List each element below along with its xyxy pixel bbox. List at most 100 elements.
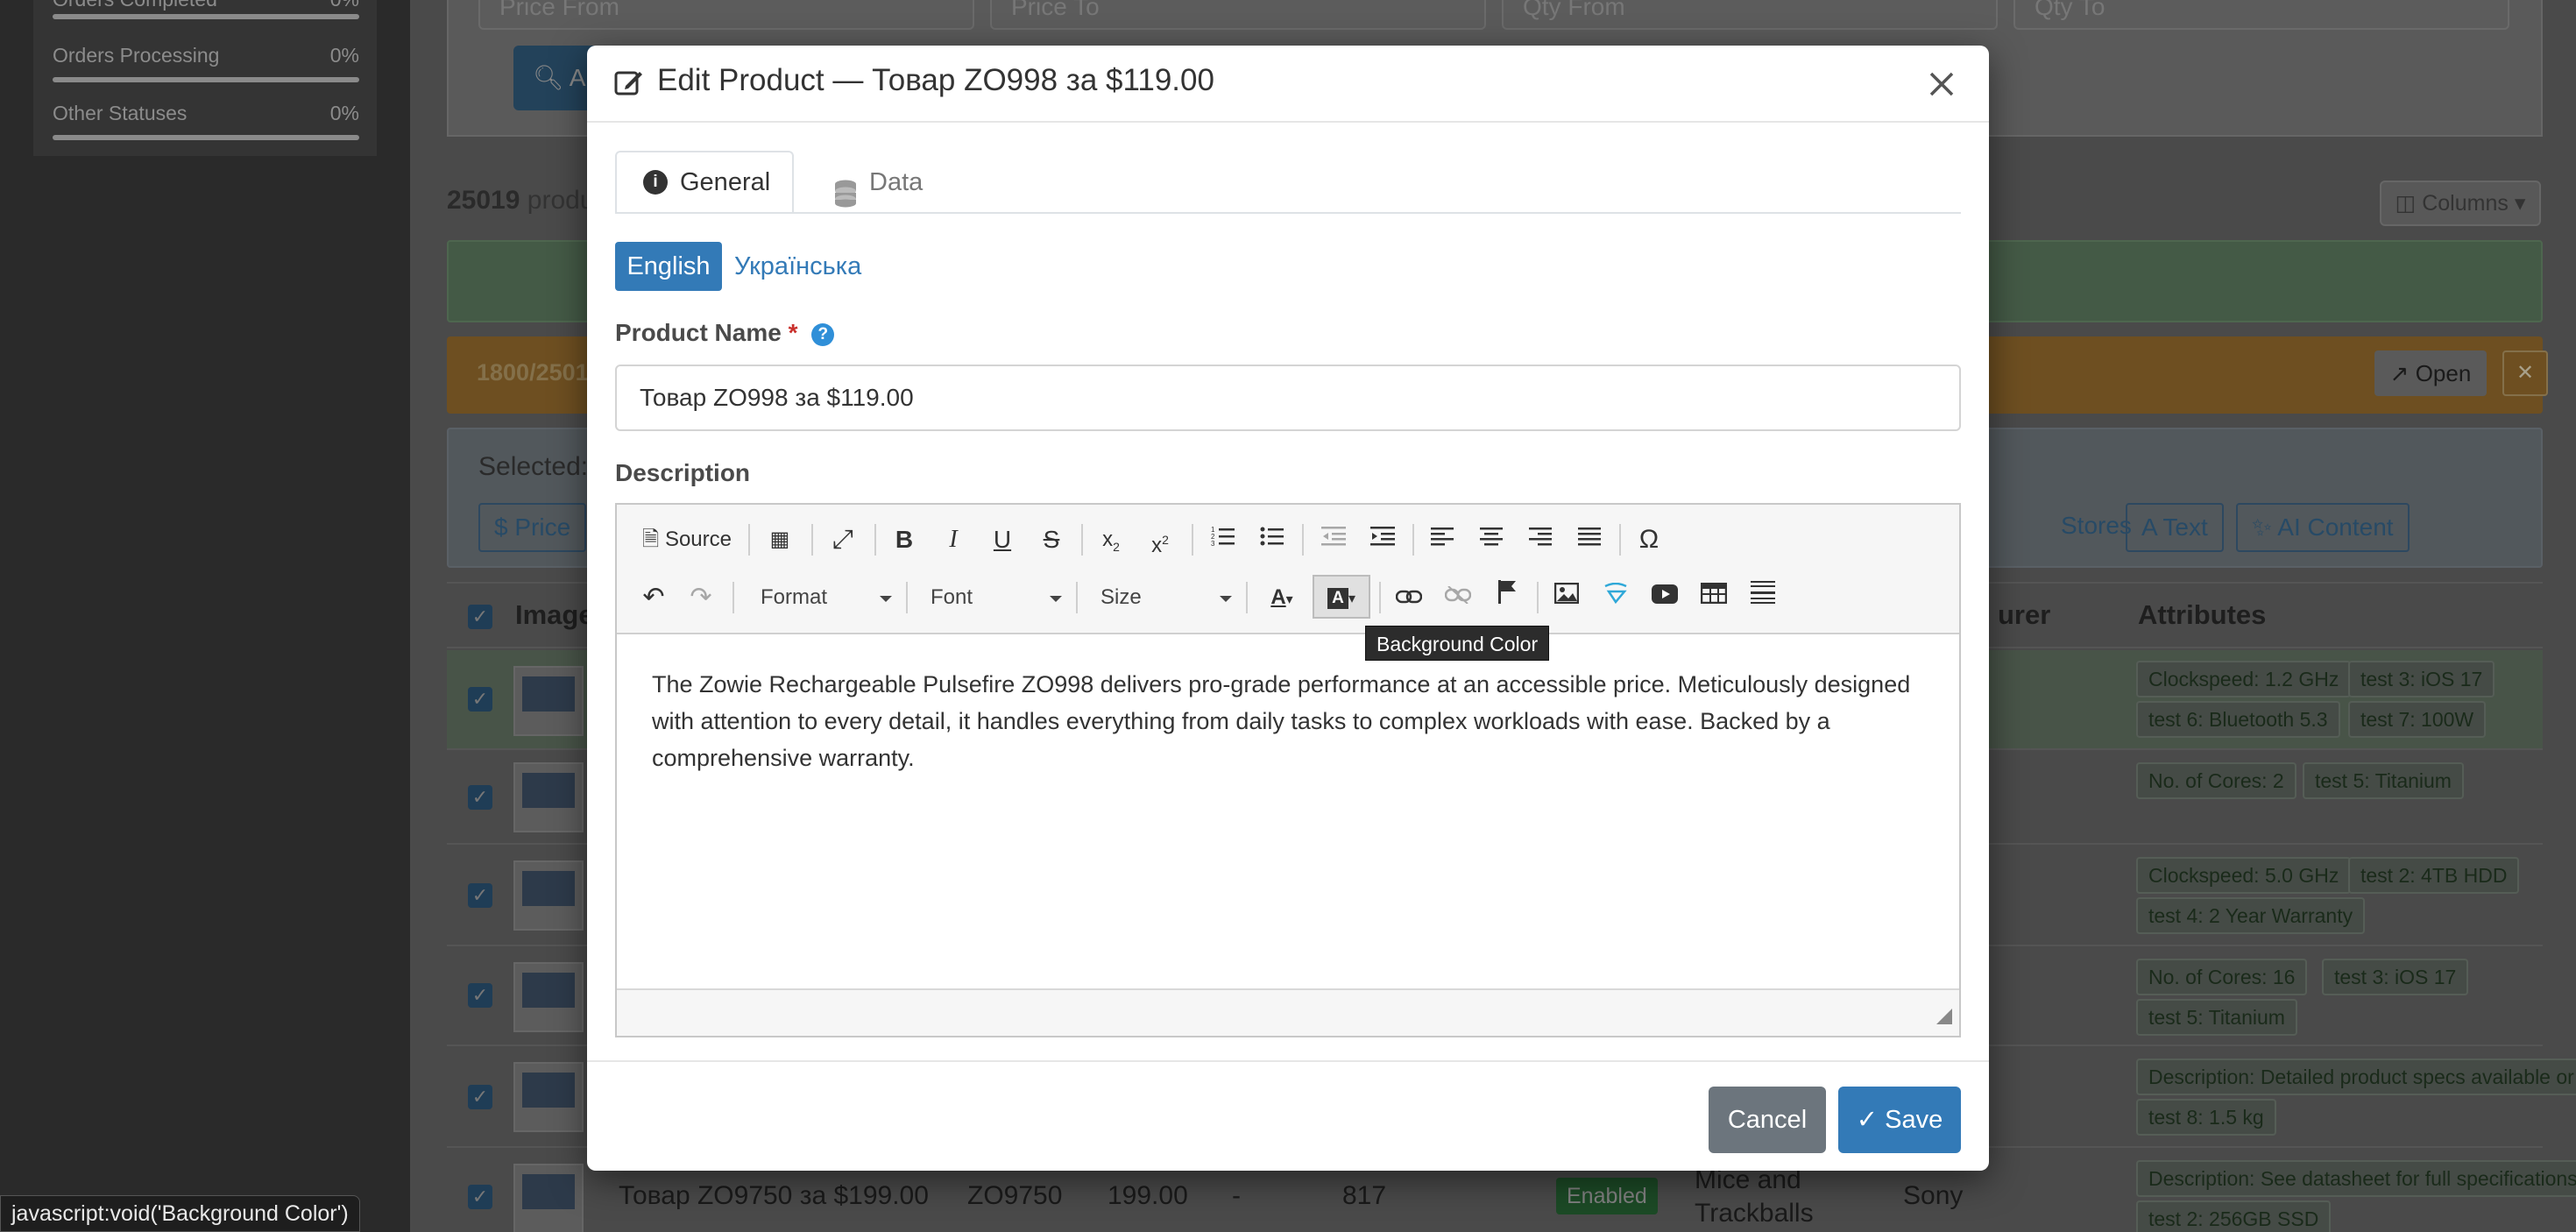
product-thumbnail (513, 1062, 584, 1132)
tab-general[interactable]: i General (615, 151, 794, 214)
row-checkbox[interactable]: ✓ (468, 983, 492, 1008)
save-button[interactable]: ✓ Save (1838, 1087, 1961, 1153)
table-icon[interactable] (1695, 578, 1733, 617)
horizontal-line-icon[interactable] (1744, 578, 1782, 617)
row-checkbox[interactable]: ✓ (468, 1085, 492, 1109)
price-from-input[interactable]: Price From (478, 0, 974, 30)
open-label: Open (2415, 360, 2472, 386)
redo-icon[interactable]: ↷ (682, 578, 720, 617)
attribute-tag: Clockspeed: 1.2 GHz (2136, 661, 2352, 697)
anchor-flag-icon[interactable] (1488, 578, 1526, 617)
special-cell: - (1232, 1181, 1241, 1210)
text-icon: A (2141, 513, 2157, 541)
columns-button[interactable]: ◫ Columns ▾ (2380, 181, 2541, 226)
column-attributes-header[interactable]: Attributes (2138, 599, 2266, 631)
align-justify-icon[interactable] (1570, 520, 1609, 559)
product-name-input[interactable]: Товар ZO998 за $119.00 (615, 365, 1961, 431)
flash-embed-icon[interactable] (1596, 578, 1635, 617)
toolbar-separator (748, 524, 750, 556)
row-checkbox[interactable]: ✓ (468, 1185, 492, 1209)
product-count-number: 25019 (447, 186, 520, 215)
ai-content-label: AI Content (2277, 513, 2394, 541)
link-icon[interactable] (1390, 578, 1428, 617)
size-label: Size (1100, 585, 1142, 609)
edit-product-modal: Edit Product — Товар ZO998 за $119.00 i … (587, 46, 1989, 1171)
youtube-icon[interactable] (1645, 578, 1684, 617)
align-right-icon[interactable] (1521, 520, 1560, 559)
row-checkbox[interactable]: ✓ (468, 883, 492, 908)
cancel-button[interactable]: Cancel (1709, 1087, 1826, 1153)
bulk-ai-content-button[interactable]: ✨︎ AI Content (2236, 503, 2410, 552)
product-name-cell[interactable]: Товар ZO9750 за $199.00 (619, 1181, 929, 1211)
toolbar-separator (1192, 524, 1193, 556)
attribute-tag: test 5: Titanium (2136, 999, 2297, 1036)
chevron-down-icon (1220, 596, 1232, 602)
dismiss-button[interactable]: ✕ (2502, 350, 2548, 396)
product-thumbnail (513, 762, 584, 832)
category-cell-line2: Trackballs (1695, 1199, 1814, 1228)
row-checkbox[interactable]: ✓ (468, 687, 492, 712)
resize-handle-icon[interactable] (1936, 1002, 1952, 1030)
format-dropdown[interactable]: Format (748, 578, 897, 617)
stat-label: Orders Processing (53, 44, 220, 67)
stores-label: Stores (2061, 512, 2132, 539)
source-button[interactable]: 🗎︎ Source (638, 520, 736, 559)
outdent-icon[interactable] (1314, 520, 1353, 559)
size-dropdown[interactable]: Size (1088, 578, 1237, 617)
qty-from-input[interactable]: Qty From (1502, 0, 1998, 30)
italic-icon[interactable]: I (934, 520, 973, 559)
open-button[interactable]: ↗ Open (2374, 350, 2487, 396)
row-checkbox[interactable]: ✓ (468, 785, 492, 810)
subscript-icon[interactable]: x2 (1092, 520, 1130, 559)
qty-to-input[interactable]: Qty To (2013, 0, 2509, 30)
toolbar-separator (1246, 582, 1248, 613)
tab-data[interactable]: Data (822, 151, 923, 214)
price-to-input[interactable]: Price To (990, 0, 1486, 30)
save-label: Save (1885, 1106, 1943, 1134)
background-color-button[interactable]: A ▾ (1313, 575, 1370, 619)
language-tab-ukrainian[interactable]: Українська (734, 242, 861, 291)
text-color-button[interactable]: A▾ (1256, 578, 1307, 617)
editor-content-area[interactable]: The Zowie Rechargeable Pulsefire ZO998 d… (617, 634, 1959, 988)
align-center-icon[interactable] (1472, 520, 1511, 559)
tab-general-label: General (680, 168, 771, 196)
strikethrough-icon[interactable]: S (1032, 520, 1071, 559)
toolbar-separator (1537, 582, 1539, 613)
image-icon[interactable] (1547, 578, 1586, 617)
help-icon[interactable]: ? (811, 323, 835, 346)
select-all-checkbox[interactable]: ✓ (468, 605, 492, 629)
background-color-icon: A (1327, 588, 1348, 609)
bold-icon[interactable]: B (885, 520, 924, 559)
align-left-icon[interactable] (1423, 520, 1461, 559)
stat-value: 0% (329, 102, 359, 124)
check-icon: ✓ (1856, 1106, 1879, 1134)
superscript-icon[interactable]: x2 (1141, 520, 1179, 559)
bulleted-list-icon[interactable] (1253, 520, 1292, 559)
language-tab-english[interactable]: English (615, 242, 722, 291)
toolbar-separator (1412, 524, 1414, 556)
attribute-tag: test 2: 4TB HDD (2348, 857, 2520, 894)
font-dropdown[interactable]: Font (918, 578, 1067, 617)
price-cell: 199.00 (1108, 1181, 1188, 1210)
product-thumbnail (513, 962, 584, 1032)
bulk-price-button[interactable]: $ Price (478, 503, 587, 552)
selected-label: Selected: (478, 452, 589, 481)
product-thumbnail (513, 1164, 584, 1232)
unlink-icon[interactable] (1439, 578, 1477, 617)
bulk-text-button[interactable]: A Text (2126, 503, 2224, 552)
numbered-list-icon[interactable]: 123 (1204, 520, 1242, 559)
search-icon: 🔍︎ (533, 64, 564, 91)
external-link-icon: ↗ (2389, 360, 2410, 386)
special-character-icon[interactable]: Ω (1630, 520, 1668, 559)
chevron-down-icon (880, 596, 892, 602)
undo-icon[interactable]: ↶ (634, 578, 673, 617)
close-icon: ✕ (2516, 361, 2535, 385)
maximize-icon[interactable]: ⤢ (825, 520, 860, 559)
stat-label: Other Statuses (53, 102, 188, 124)
preview-icon[interactable]: ▦ (762, 520, 797, 559)
toolbar-separator (906, 582, 908, 613)
underline-icon[interactable]: U (983, 520, 1022, 559)
close-icon[interactable] (1922, 65, 1961, 103)
format-label: Format (761, 585, 828, 609)
indent-icon[interactable] (1363, 520, 1402, 559)
